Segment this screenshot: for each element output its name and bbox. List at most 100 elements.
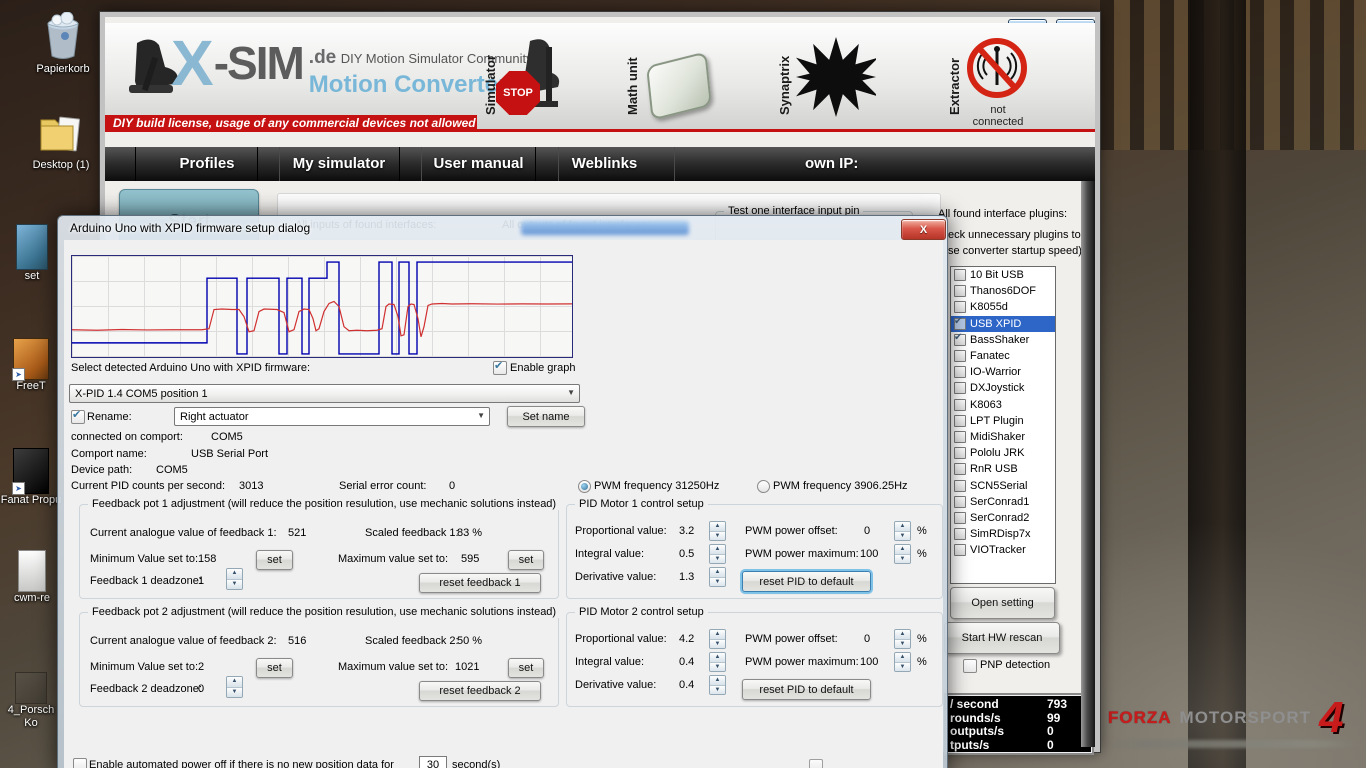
plugin-checkbox[interactable] (954, 318, 966, 330)
device-dropdown[interactable]: X-PID 1.4 COM5 position 1 ▼ (69, 384, 580, 403)
desktop-icon-porsche[interactable]: 4_Porsch Ko (0, 672, 62, 730)
logo-de-text: .de (309, 47, 336, 68)
plugin-checkbox[interactable] (954, 350, 966, 362)
desktop-icon-freetrack[interactable]: ➤ FreeT (0, 338, 62, 393)
desktop-icon-label: cwm-re (2, 592, 62, 605)
plugin-checkbox[interactable] (954, 447, 966, 459)
fb2-deadzone-stepper[interactable]: ▲▼ (226, 676, 243, 698)
plugin-checkbox[interactable] (954, 544, 966, 556)
pid1-p-stepper[interactable]: ▲▼ (709, 521, 726, 541)
pid2-offset-stepper[interactable]: ▲▼ (894, 629, 911, 649)
pid1-p-value: 3.2 (679, 525, 694, 537)
rename-checkbox[interactable] (71, 410, 85, 424)
plugin-item[interactable]: SCN5Serial (951, 477, 1055, 493)
pid2-i-stepper[interactable]: ▲▼ (709, 652, 726, 672)
plugin-checkbox[interactable] (954, 301, 966, 313)
plugin-checkbox[interactable] (954, 431, 966, 443)
plugin-item[interactable]: LPT Plugin (951, 413, 1055, 429)
pid1-i-stepper[interactable]: ▲▼ (709, 544, 726, 564)
pid2-d-value: 0.4 (679, 679, 694, 691)
plugin-item[interactable]: Thanos6DOF (951, 283, 1055, 299)
pid2-offset-value: 0 (864, 633, 870, 645)
pwm-3906-radio[interactable] (757, 480, 770, 493)
auto-poweroff-suffix: second(s) (452, 759, 500, 768)
comport-label: connected on comport: (71, 431, 183, 443)
pid2-p-stepper[interactable]: ▲▼ (709, 629, 726, 649)
plugin-checkbox[interactable] (954, 334, 966, 346)
plugin-item[interactable]: USB XPID (951, 316, 1055, 332)
plugin-checkbox[interactable] (954, 285, 966, 297)
pid2-max-stepper[interactable]: ▲▼ (894, 652, 911, 672)
plugin-checkbox[interactable] (954, 415, 966, 427)
bottom-right-checkbox[interactable] (809, 759, 823, 768)
dialog-close-button[interactable]: X (901, 219, 946, 240)
enable-graph-checkbox[interactable] (493, 361, 507, 375)
plugin-checkbox[interactable] (954, 480, 966, 492)
menu-weblinks[interactable]: Weblinks (535, 147, 675, 181)
reset-feedback1-button[interactable]: reset feedback 1 (419, 573, 541, 593)
pid1-d-stepper[interactable]: ▲▼ (709, 567, 726, 587)
reset-feedback2-button[interactable]: reset feedback 2 (419, 681, 541, 701)
plugin-item[interactable]: Pololu JRK (951, 445, 1055, 461)
toolbar-extractor[interactable]: Extractor not connected (947, 37, 1030, 129)
fb2-set-min-button[interactable]: set (256, 658, 293, 678)
plugin-checkbox[interactable] (954, 463, 966, 475)
plugin-listbox[interactable]: 10 Bit USB Thanos6DOF K8055d USB XPID Ba… (950, 266, 1056, 584)
plugin-checkbox[interactable] (954, 366, 966, 378)
fb1-set-max-button[interactable]: set (508, 550, 544, 570)
plugin-item[interactable]: 10 Bit USB (951, 267, 1055, 283)
desktop-icon-cwm[interactable]: cwm-re (2, 550, 62, 605)
plugin-item[interactable]: IO-Warrior (951, 364, 1055, 380)
desktop-icon-folder[interactable]: Desktop (1) (22, 112, 100, 172)
plugin-item[interactable]: K8063 (951, 397, 1055, 413)
chevron-down-icon: ▼ (477, 411, 485, 420)
rename-combo[interactable]: Right actuator ▼ (174, 407, 490, 426)
plugin-checkbox[interactable] (954, 496, 966, 508)
plugin-item[interactable]: SimRDisp7x (951, 526, 1055, 542)
plugin-item[interactable]: BassShaker (951, 332, 1055, 348)
plugin-item[interactable]: VIOTracker (951, 542, 1055, 558)
reset-pid1-button[interactable]: reset PID to default (742, 571, 871, 592)
set-name-button[interactable]: Set name (507, 406, 585, 427)
signal-graph (71, 255, 573, 358)
pid2-d-stepper[interactable]: ▲▼ (709, 675, 726, 695)
spin-up-icon[interactable]: ▲ (227, 569, 242, 580)
dialog-titlebar[interactable]: Arduino Uno with XPID firmware setup dia… (58, 216, 947, 240)
plugin-item[interactable]: RnR USB (951, 461, 1055, 477)
pnp-detection-checkbox[interactable] (963, 659, 977, 673)
auto-poweroff-checkbox[interactable] (73, 758, 87, 768)
plugin-item[interactable]: MidiShaker (951, 429, 1055, 445)
fb2-set-max-button[interactable]: set (508, 658, 544, 678)
plugin-checkbox[interactable] (954, 528, 966, 540)
pwm-31250-radio[interactable] (578, 480, 591, 493)
desktop-icon-fanatec[interactable]: ➤ Fanat Propu (0, 448, 62, 507)
stat-row: rounds/s99 (947, 712, 1091, 726)
plugin-checkbox[interactable] (954, 382, 966, 394)
pid2-offset-label: PWM power offset: (745, 633, 838, 645)
pid1-offset-stepper[interactable]: ▲▼ (894, 521, 911, 541)
fb1-deadzone-stepper[interactable]: ▲▼ (226, 568, 243, 590)
plugin-checkbox[interactable] (954, 399, 966, 411)
toolbar-math-unit[interactable]: Math unit (625, 37, 710, 115)
desktop-icon-recycle-bin[interactable]: Papierkorb (24, 12, 102, 76)
plugin-item[interactable]: SerConrad2 (951, 510, 1055, 526)
open-setting-button[interactable]: Open setting (950, 587, 1055, 619)
toolbar-synaptrix[interactable]: Synaptrix (777, 37, 876, 117)
start-hw-rescan-button[interactable]: Start HW rescan (944, 622, 1060, 654)
plugin-item[interactable]: K8055d (951, 299, 1055, 315)
menu-my-simulator[interactable]: My simulator (257, 147, 422, 181)
desktop-icon-set[interactable]: set (2, 224, 62, 283)
fb1-set-min-button[interactable]: set (256, 550, 293, 570)
plugin-checkbox[interactable] (954, 512, 966, 524)
auto-poweroff-seconds-input[interactable] (419, 756, 447, 768)
pid1-offset-percent: % (917, 525, 927, 537)
plugin-item[interactable]: DXJoystick (951, 380, 1055, 396)
reset-pid2-button[interactable]: reset PID to default (742, 679, 871, 700)
fb1-min-value: 158 (198, 553, 216, 565)
toolbar-simulator[interactable]: Simulator STOP (483, 37, 566, 117)
pid1-max-stepper[interactable]: ▲▼ (894, 544, 911, 564)
plugin-item[interactable]: Fanatec (951, 348, 1055, 364)
plugin-checkbox[interactable] (954, 269, 966, 281)
plugin-item[interactable]: SerConrad1 (951, 494, 1055, 510)
spin-down-icon[interactable]: ▼ (227, 580, 242, 590)
